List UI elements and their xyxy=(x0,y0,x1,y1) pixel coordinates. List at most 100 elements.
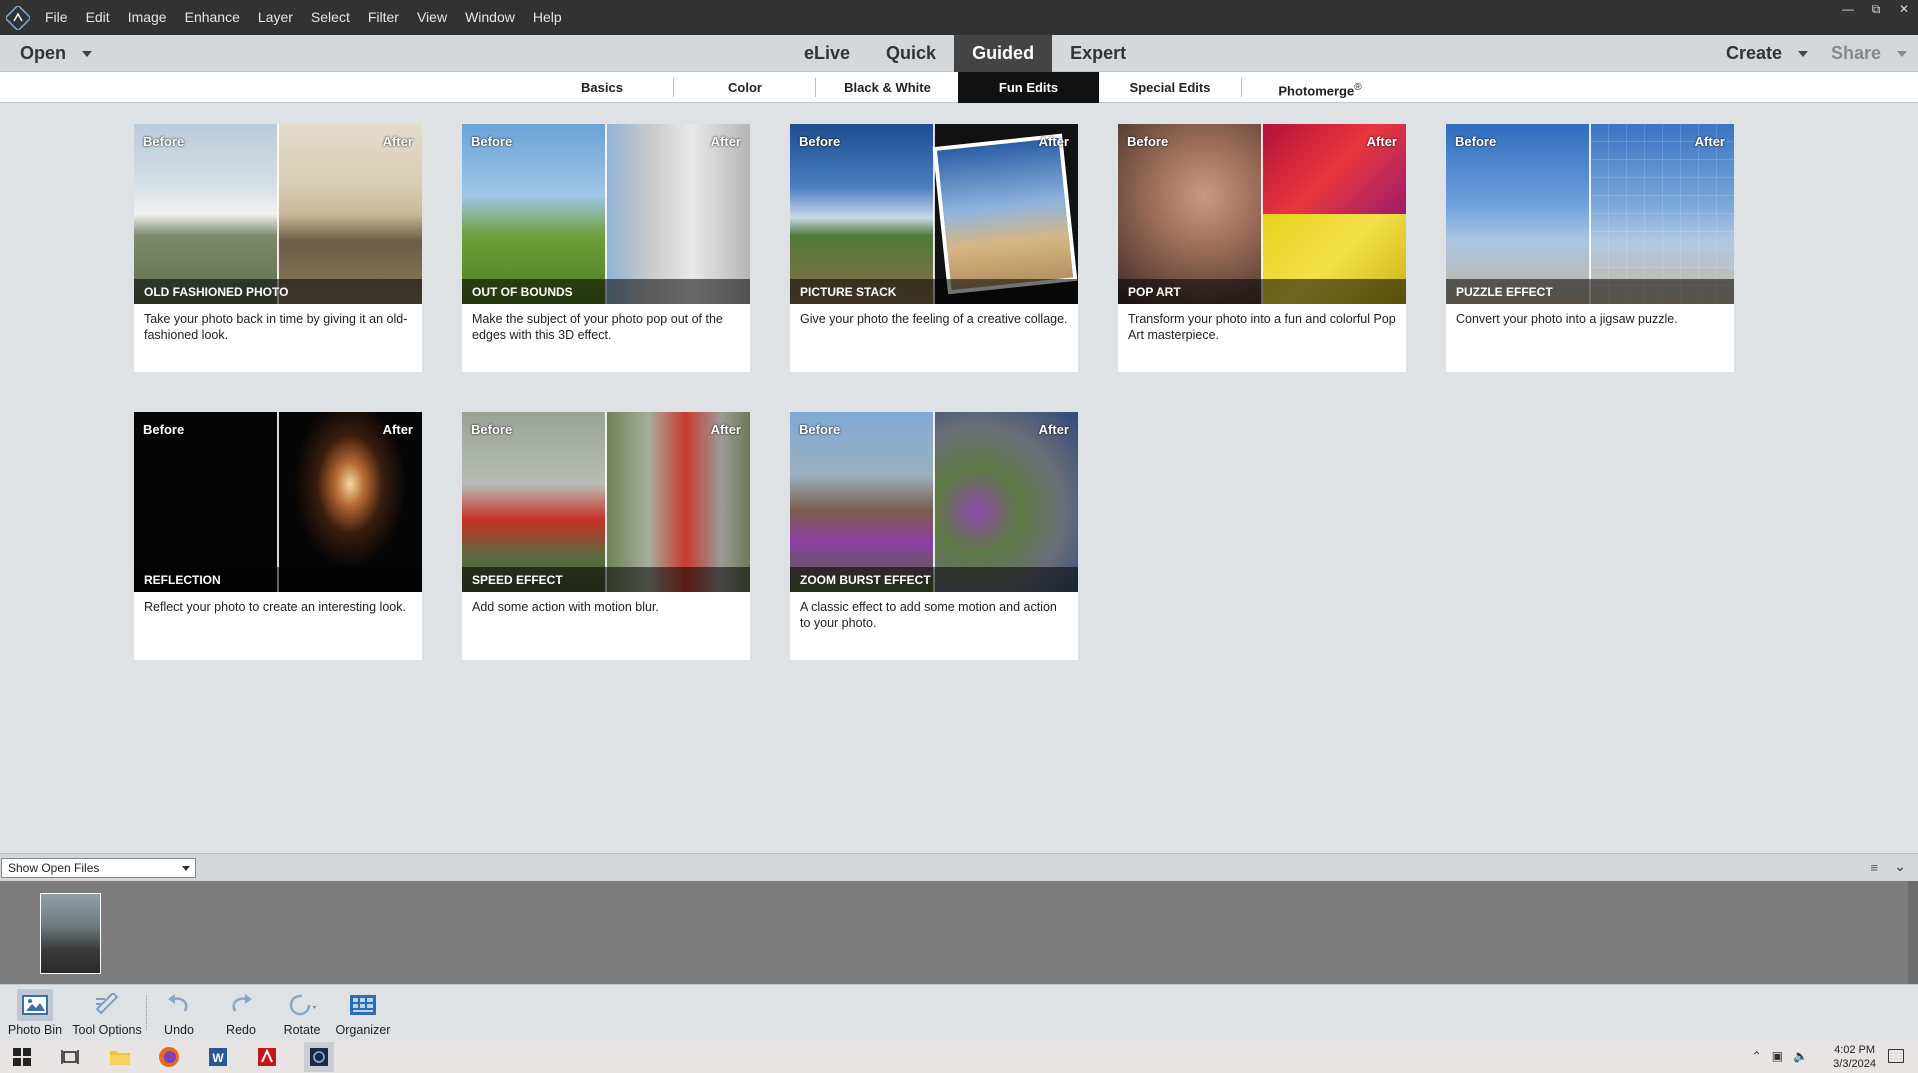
tool-options-button[interactable]: Tool Options xyxy=(72,989,142,1037)
card-thumbnail: Before After ZOOM BURST EFFECT xyxy=(790,412,1078,592)
split-divider xyxy=(605,412,607,592)
volume-icon[interactable]: 🔈 xyxy=(1793,1049,1808,1063)
restore-icon[interactable]: ⧉ xyxy=(1862,0,1890,18)
menu-view[interactable]: View xyxy=(408,0,456,35)
create-label: Create xyxy=(1726,43,1783,63)
menu-window[interactable]: Window xyxy=(456,0,524,35)
collapse-chevron-icon[interactable]: ⌄ xyxy=(1894,858,1906,875)
menu-file[interactable]: File xyxy=(36,0,77,35)
card-description: A classic effect to add some motion and … xyxy=(800,600,1057,630)
card-title: PICTURE STACK xyxy=(800,285,897,299)
tab-photomerge[interactable]: Photomerge® xyxy=(1255,72,1385,103)
share-dropdown-icon xyxy=(1897,50,1908,57)
after-label: After xyxy=(1366,134,1397,149)
card-reflection[interactable]: Before After REFLECTION Reflect your pho… xyxy=(134,412,422,660)
card-description: Make the subject of your photo pop out o… xyxy=(472,312,723,342)
tab-photomerge-label: Photomerge xyxy=(1278,83,1355,99)
bin-options-icon[interactable]: ≡ xyxy=(1870,860,1878,875)
menu-enhance[interactable]: Enhance xyxy=(176,0,249,35)
after-label: After xyxy=(710,134,741,149)
tray-chevron-up-icon[interactable]: ⌃ xyxy=(1752,1049,1762,1063)
before-image xyxy=(134,412,278,592)
split-divider xyxy=(1261,124,1263,304)
open-button[interactable]: Open xyxy=(20,35,93,72)
guided-category-tabs: Basics Color Black & White Fun Edits Spe… xyxy=(0,72,1918,103)
system-clock[interactable]: 4:02 PM 3/3/2024 xyxy=(1833,1043,1876,1071)
rotate-button[interactable]: Rotate xyxy=(267,989,337,1037)
card-picture-stack[interactable]: Before After PICTURE STACK Give your pho… xyxy=(790,124,1078,372)
card-pop-art[interactable]: Before After POP ART Transform your phot… xyxy=(1118,124,1406,372)
card-thumbnail: Before After SPEED EFFECT xyxy=(462,412,750,592)
tab-quick[interactable]: Quick xyxy=(868,35,954,72)
open-file-thumbnail[interactable] xyxy=(40,893,101,974)
open-dropdown-icon[interactable] xyxy=(82,50,93,57)
tab-color[interactable]: Color xyxy=(685,72,805,103)
photoshop-elements-taskbar-icon[interactable] xyxy=(304,1042,334,1072)
organizer-icon xyxy=(328,989,398,1021)
share-button[interactable]: Share xyxy=(1831,35,1908,72)
undo-button[interactable]: Undo xyxy=(144,989,214,1037)
card-out-of-bounds[interactable]: Before After OUT OF BOUNDS Make the subj… xyxy=(462,124,750,372)
bottom-toolbar: Photo Bin Tool Options Undo Redo Rotate … xyxy=(0,984,1918,1041)
word-icon[interactable]: W xyxy=(206,1045,230,1069)
card-speed-effect[interactable]: Before After SPEED EFFECT Add some actio… xyxy=(462,412,750,660)
before-image xyxy=(1446,124,1590,304)
card-puzzle-effect[interactable]: Before After PUZZLE EFFECT Convert your … xyxy=(1446,124,1734,372)
tab-black-white[interactable]: Black & White xyxy=(830,72,945,103)
rotate-icon xyxy=(267,989,337,1021)
before-image xyxy=(790,412,934,592)
card-description: Reflect your photo to create an interest… xyxy=(144,600,406,614)
before-label: Before xyxy=(1455,134,1497,149)
minimize-icon[interactable]: — xyxy=(1834,0,1862,18)
tab-expert[interactable]: Expert xyxy=(1052,35,1144,72)
tab-elive[interactable]: eLive xyxy=(786,35,868,72)
card-description: Give your photo the feeling of a creativ… xyxy=(800,312,1068,326)
os-taskbar: W ⌃ ▣ 🔈 4:02 PM 3/3/2024 xyxy=(0,1041,1918,1073)
network-icon[interactable]: ▣ xyxy=(1772,1049,1783,1063)
card-title: POP ART xyxy=(1128,285,1181,299)
menu-select[interactable]: Select xyxy=(302,0,359,35)
before-image xyxy=(462,124,606,304)
menu-edit[interactable]: Edit xyxy=(77,0,119,35)
menu-help[interactable]: Help xyxy=(524,0,571,35)
task-view-icon[interactable] xyxy=(58,1045,82,1069)
card-zoom-burst-effect[interactable]: Before After ZOOM BURST EFFECT A classic… xyxy=(790,412,1078,660)
card-title: SPEED EFFECT xyxy=(472,573,563,587)
card-title: PUZZLE EFFECT xyxy=(1456,285,1553,299)
split-divider xyxy=(933,124,935,304)
tab-fun-edits[interactable]: Fun Edits xyxy=(958,72,1099,103)
redo-button[interactable]: Redo xyxy=(206,989,276,1037)
before-label: Before xyxy=(143,422,185,437)
acrobat-icon[interactable] xyxy=(255,1045,279,1069)
firefox-icon[interactable] xyxy=(157,1045,181,1069)
photo-bin-button[interactable]: Photo Bin xyxy=(0,989,70,1037)
card-title: OUT OF BOUNDS xyxy=(472,285,573,299)
menu-filter[interactable]: Filter xyxy=(359,0,408,35)
organizer-label: Organizer xyxy=(335,1023,391,1037)
before-label: Before xyxy=(471,134,513,149)
split-divider xyxy=(277,412,279,592)
file-explorer-icon[interactable] xyxy=(108,1045,132,1069)
card-old-fashioned-photo[interactable]: Before After OLD FASHIONED PHOTO Take yo… xyxy=(134,124,422,372)
photo-bin-scrollbar[interactable] xyxy=(1908,881,1918,984)
tab-basics[interactable]: Basics xyxy=(547,72,657,103)
card-thumbnail: Before After POP ART xyxy=(1118,124,1406,304)
stacked-photo xyxy=(932,133,1078,295)
organizer-button[interactable]: Organizer xyxy=(328,989,398,1037)
menu-layer[interactable]: Layer xyxy=(249,0,302,35)
after-image xyxy=(278,412,422,592)
menu-image[interactable]: Image xyxy=(119,0,176,35)
show-open-files-label: Show Open Files xyxy=(8,861,100,875)
app-logo-icon[interactable] xyxy=(0,0,36,35)
show-open-files-select[interactable]: Show Open Files xyxy=(1,858,196,878)
notifications-icon[interactable] xyxy=(1888,1049,1904,1063)
tab-guided[interactable]: Guided xyxy=(954,35,1053,72)
after-label: After xyxy=(710,422,741,437)
after-label: After xyxy=(382,134,413,149)
tab-special-edits[interactable]: Special Edits xyxy=(1110,72,1230,103)
close-icon[interactable]: ✕ xyxy=(1890,0,1918,18)
create-button[interactable]: Create xyxy=(1726,35,1809,72)
share-label: Share xyxy=(1831,43,1882,63)
chevron-down-icon xyxy=(182,866,190,871)
windows-start-icon[interactable] xyxy=(10,1045,34,1069)
